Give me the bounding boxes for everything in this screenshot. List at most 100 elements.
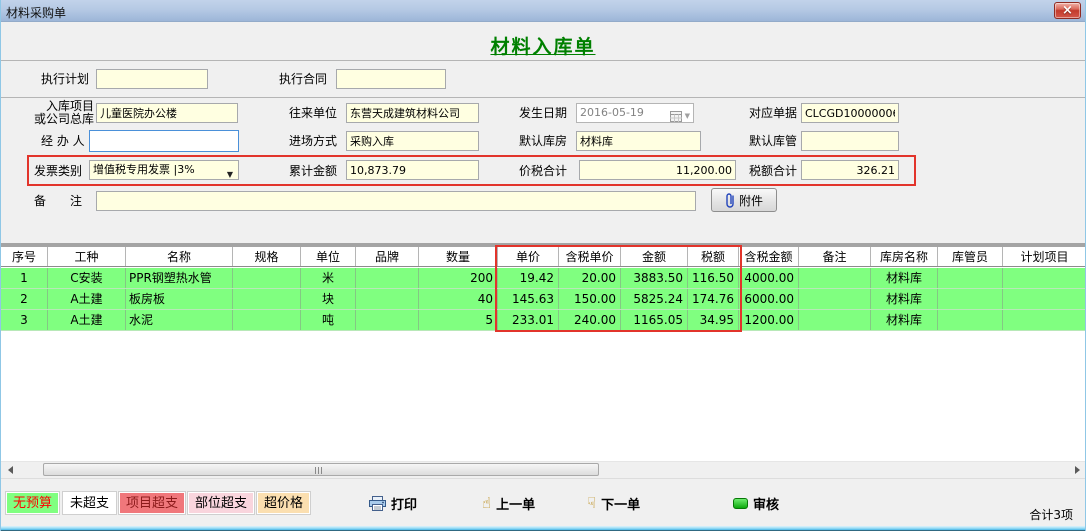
column-header: 税额 xyxy=(688,247,739,266)
table-cell[interactable]: 116.50 xyxy=(688,268,739,288)
keeper-input[interactable] xyxy=(801,131,899,151)
table-cell[interactable]: 200 xyxy=(419,268,498,288)
table-cell[interactable] xyxy=(356,268,419,288)
attachment-button[interactable]: 附件 xyxy=(711,188,777,212)
table-cell[interactable]: 材料库 xyxy=(871,310,938,330)
cum-amount-input[interactable] xyxy=(346,160,479,180)
table-cell[interactable]: 3883.50 xyxy=(621,268,688,288)
table-cell[interactable] xyxy=(233,268,301,288)
table-cell[interactable] xyxy=(938,289,1003,309)
table-cell[interactable]: 米 xyxy=(301,268,356,288)
table-cell[interactable]: 20.00 xyxy=(559,268,621,288)
horizontal-scrollbar[interactable] xyxy=(1,461,1086,478)
column-header: 数量 xyxy=(419,247,498,266)
handler-input[interactable] xyxy=(89,130,239,152)
table-cell[interactable]: 4000.00 xyxy=(739,268,799,288)
table-cell[interactable] xyxy=(799,310,871,330)
table-cell[interactable] xyxy=(1003,310,1086,330)
date-value: 2016-05-19 xyxy=(580,106,644,119)
previous-order-button[interactable]: ☝ 上一单 xyxy=(482,494,535,513)
vendor-input[interactable] xyxy=(346,103,479,123)
table-cell[interactable]: 240.00 xyxy=(559,310,621,330)
scroll-right-arrow-icon[interactable] xyxy=(1075,466,1080,474)
table-cell[interactable]: 233.01 xyxy=(498,310,559,330)
print-button[interactable]: 打印 xyxy=(369,494,417,513)
table-cell[interactable] xyxy=(799,268,871,288)
previous-order-label: 上一单 xyxy=(496,494,535,513)
title-bar: 材料采购单 × xyxy=(1,0,1085,22)
table-cell[interactable]: 块 xyxy=(301,289,356,309)
doc-input[interactable] xyxy=(801,103,899,123)
exec-plan-label: 执行计划 xyxy=(41,69,89,89)
column-header: 单位 xyxy=(301,247,356,266)
invoice-type-select[interactable]: 增值税专用发票 |3% ▼ xyxy=(89,160,239,180)
print-button-label: 打印 xyxy=(391,494,417,513)
page-title: 材料入库单 xyxy=(1,32,1085,59)
table-cell[interactable]: 150.00 xyxy=(559,289,621,309)
exec-contract-input[interactable] xyxy=(336,69,446,89)
table-cell[interactable]: 6000.00 xyxy=(739,289,799,309)
table-cell[interactable] xyxy=(799,289,871,309)
project-input[interactable] xyxy=(96,103,238,123)
table-cell[interactable]: A土建 xyxy=(48,289,126,309)
table-cell[interactable]: 1 xyxy=(1,268,48,288)
exec-plan-input[interactable] xyxy=(96,69,208,89)
price-tax-total-input[interactable] xyxy=(579,160,736,180)
table-cell[interactable]: 材料库 xyxy=(871,268,938,288)
calendar-dropdown[interactable]: ▼ xyxy=(670,107,690,125)
table-cell[interactable]: 5825.24 xyxy=(621,289,688,309)
footer-bar: 无预算 未超支 项目超支 部位超支 超价格 打印 ☝ 上一单 ☟ 下一单 xyxy=(1,478,1086,526)
tax-total-label: 税额合计 xyxy=(749,161,797,181)
attachment-button-label: 附件 xyxy=(739,192,763,209)
table-cell[interactable]: 40 xyxy=(419,289,498,309)
table-cell[interactable] xyxy=(356,310,419,330)
table-row[interactable]: 2A土建板房板 块 40145.63150.005825.24174.766000.… xyxy=(1,289,1086,310)
keeper-label: 默认库管 xyxy=(749,131,797,151)
warehouse-input[interactable] xyxy=(576,131,701,151)
table-cell[interactable] xyxy=(233,310,301,330)
table-cell[interactable] xyxy=(938,310,1003,330)
close-icon: × xyxy=(1062,3,1073,18)
chevron-down-icon: ▼ xyxy=(227,166,233,184)
legend-no-budget: 无预算 xyxy=(6,492,59,514)
table-cell[interactable] xyxy=(1003,268,1086,288)
table-cell[interactable]: 1165.05 xyxy=(621,310,688,330)
table-cell[interactable] xyxy=(1003,289,1086,309)
table-cell[interactable]: 145.63 xyxy=(498,289,559,309)
table-cell[interactable]: PPR钢塑热水管 xyxy=(126,268,233,288)
table-row[interactable]: 3A土建水泥 吨 5233.01240.001165.0534.951200.00 材… xyxy=(1,310,1086,331)
table-cell[interactable] xyxy=(356,289,419,309)
table-cell[interactable]: 板房板 xyxy=(126,289,233,309)
close-button[interactable]: × xyxy=(1054,2,1081,19)
table-header: 序号工种名称规格单位品牌数量单价含税单价金额税额含税金额备注库房名称库管员计划项… xyxy=(1,247,1086,267)
column-header: 含税金额 xyxy=(739,247,799,266)
remark-input[interactable] xyxy=(96,191,696,211)
table-cell[interactable]: 34.95 xyxy=(688,310,739,330)
table-cell[interactable] xyxy=(233,289,301,309)
table-cell[interactable]: C安装 xyxy=(48,268,126,288)
table-cell[interactable]: 1200.00 xyxy=(739,310,799,330)
table-cell[interactable]: 3 xyxy=(1,310,48,330)
entry-method-input[interactable] xyxy=(346,131,479,151)
table-cell[interactable]: A土建 xyxy=(48,310,126,330)
chevron-down-icon: ▼ xyxy=(685,107,690,125)
date-picker[interactable]: 2016-05-19 ▼ xyxy=(576,103,694,123)
separator xyxy=(1,60,1085,61)
project-label: 入库项目或公司总库 xyxy=(31,100,94,126)
audit-button-label: 审核 xyxy=(753,494,779,513)
audit-button[interactable]: 审核 xyxy=(733,494,779,513)
table-cell[interactable]: 材料库 xyxy=(871,289,938,309)
table-cell[interactable]: 5 xyxy=(419,310,498,330)
table-cell[interactable]: 19.42 xyxy=(498,268,559,288)
table-cell[interactable] xyxy=(938,268,1003,288)
table-cell[interactable]: 吨 xyxy=(301,310,356,330)
table-cell[interactable]: 2 xyxy=(1,289,48,309)
scroll-left-arrow-icon[interactable] xyxy=(8,466,13,474)
tax-total-input[interactable] xyxy=(801,160,899,180)
table-cell[interactable]: 水泥 xyxy=(126,310,233,330)
table-cell[interactable]: 174.76 xyxy=(688,289,739,309)
next-order-button[interactable]: ☟ 下一单 xyxy=(587,494,640,513)
table-row[interactable]: 1C安装PPR钢塑热水管 米 20019.4220.003883.50116.504… xyxy=(1,268,1086,289)
scrollbar-thumb[interactable] xyxy=(43,463,599,476)
total-items-label: 合计3项 xyxy=(1029,506,1073,523)
